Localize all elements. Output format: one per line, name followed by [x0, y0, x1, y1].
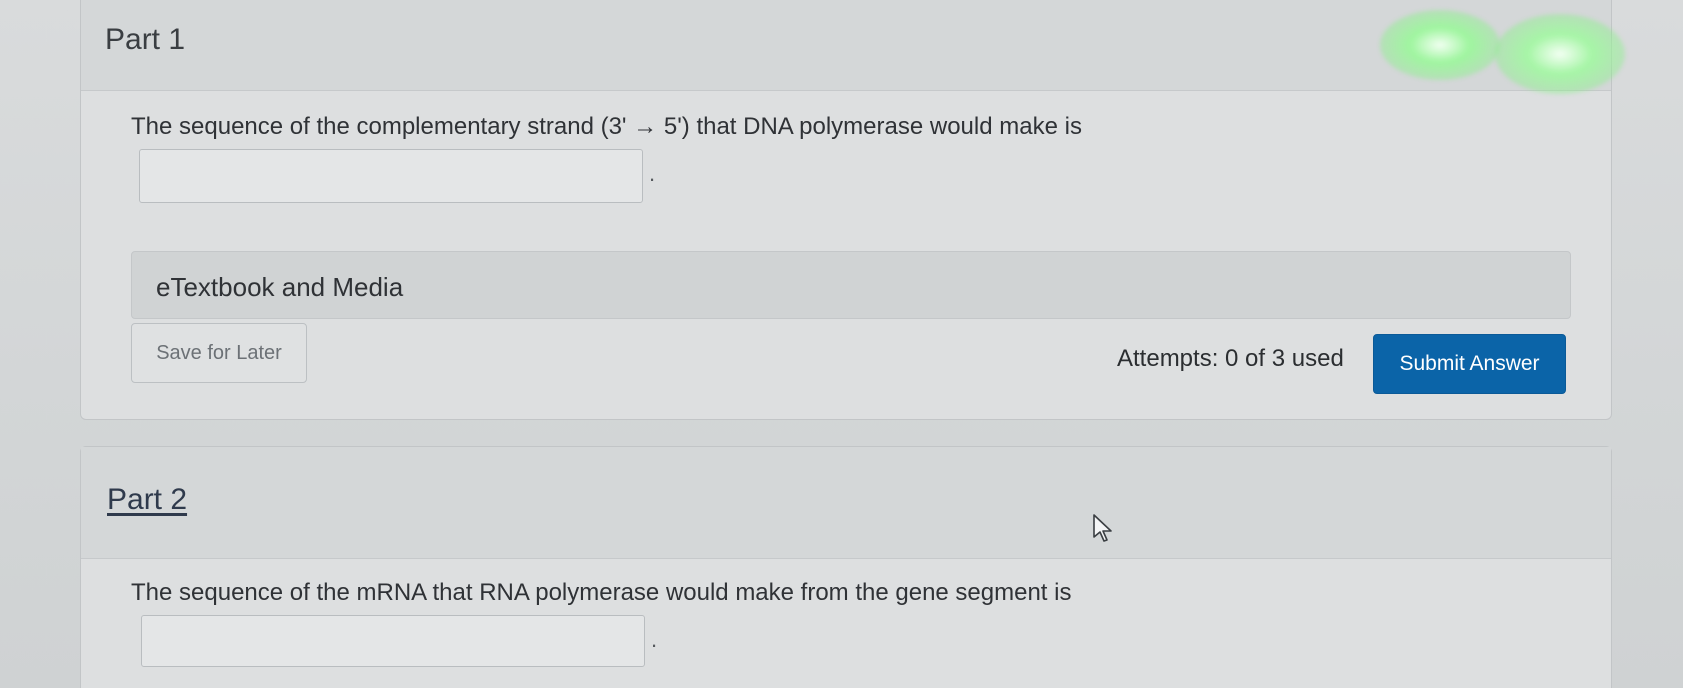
part-2-card: Part 2 The sequence of the mRNA that RNA…	[80, 446, 1612, 688]
save-for-later-button[interactable]: Save for Later	[131, 323, 307, 383]
etextbook-and-media-toggle[interactable]: eTextbook and Media	[131, 251, 1571, 319]
part-1-question: The sequence of the complementary strand…	[131, 113, 1082, 140]
mouse-pointer-icon	[1092, 513, 1114, 548]
part-2-title-link[interactable]: Part 2	[107, 483, 187, 517]
submit-answer-button[interactable]: Submit Answer	[1373, 334, 1566, 394]
part-1-title: Part 1	[105, 23, 186, 56]
screen-glare-right	[1495, 14, 1625, 94]
screen-glare-left	[1380, 10, 1500, 80]
part-2-question: The sequence of the mRNA that RNA polyme…	[131, 579, 1072, 606]
part-1-answer-period: .	[649, 161, 656, 186]
etextbook-label: eTextbook and Media	[156, 272, 404, 302]
attempts-counter: Attempts: 0 of 3 used	[1117, 345, 1344, 372]
part-2-answer-period: .	[651, 627, 658, 652]
part-1-answer-input[interactable]	[139, 149, 643, 203]
part-2-header: Part 2	[81, 447, 1611, 559]
part-1-card: Part 1 The sequence of the complementary…	[80, 0, 1612, 420]
part-2-answer-input[interactable]	[141, 615, 645, 667]
